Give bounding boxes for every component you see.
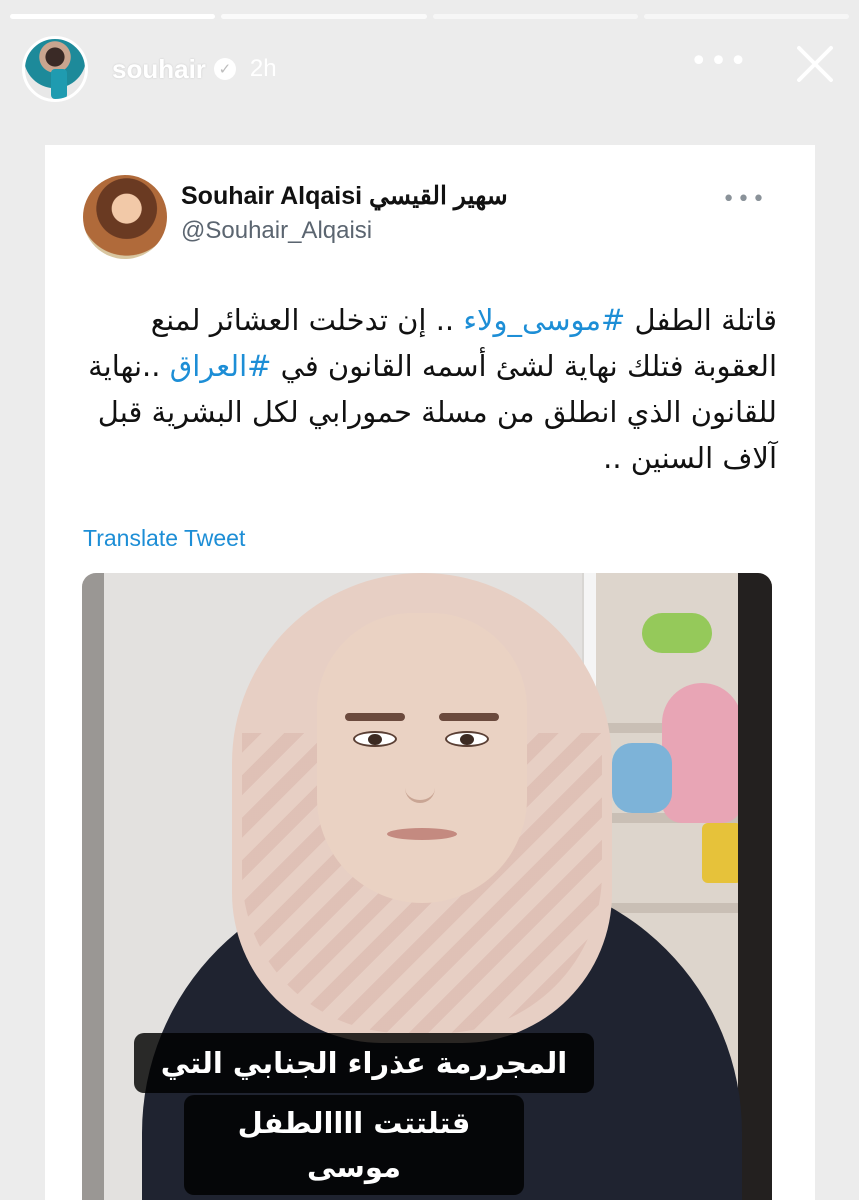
story-progress <box>10 14 849 19</box>
media-face-detail <box>445 731 489 747</box>
progress-segment <box>10 14 216 19</box>
progress-segment <box>221 14 427 19</box>
tweet-avatar[interactable] <box>83 175 167 259</box>
tweet-author: Souhair Alqaisi سهير القيسي @Souhair_Alq… <box>181 181 508 245</box>
tweet-text-part: قاتلة الطفل <box>625 303 777 337</box>
story-username[interactable]: souhair <box>112 54 206 85</box>
story-time: 2h <box>249 55 277 82</box>
media-background <box>82 573 104 1200</box>
media-object <box>662 683 742 823</box>
media-face-detail <box>439 713 499 721</box>
progress-segment <box>432 14 638 19</box>
media-face-detail <box>405 763 435 803</box>
tweet-media-image[interactable]: المجررمة عذراء الجنابي التي قتلتتت اااال… <box>82 573 772 1200</box>
media-person-face <box>317 613 527 903</box>
more-options-icon[interactable]: ••• <box>690 47 749 77</box>
tweet-display-name[interactable]: Souhair Alqaisi سهير القيسي <box>181 181 508 211</box>
translate-tweet-link[interactable]: Translate Tweet <box>83 525 245 552</box>
verified-badge-icon: ✓ <box>213 58 236 80</box>
close-icon[interactable] <box>793 42 837 86</box>
media-face-detail <box>387 828 457 840</box>
media-object <box>702 823 742 883</box>
media-object <box>612 743 672 813</box>
tweet-card[interactable]: Souhair Alqaisi سهير القيسي @Souhair_Alq… <box>45 145 815 1200</box>
tweet-handle[interactable]: @Souhair_Alqaisi <box>181 217 508 245</box>
tweet-text: قاتلة الطفل #موسى_ولاء .. إن تدخلت العشا… <box>83 297 777 481</box>
tweet-more-icon[interactable]: ••• <box>722 187 767 212</box>
media-face-detail <box>345 713 405 721</box>
media-background <box>738 573 772 1200</box>
media-caption-line1: المجررمة عذراء الجنابي التي <box>134 1033 594 1093</box>
media-face-detail <box>353 731 397 747</box>
avatar[interactable] <box>22 36 88 102</box>
media-caption-line2: قتلتتت اااالطفل موسى <box>184 1095 524 1195</box>
media-object <box>642 613 712 653</box>
story-header: souhair ✓ 2h ••• <box>22 34 837 104</box>
hashtag-link[interactable]: #العراق <box>170 349 272 383</box>
progress-segment <box>643 14 849 19</box>
hashtag-link[interactable]: #موسى_ولاء <box>463 303 625 337</box>
